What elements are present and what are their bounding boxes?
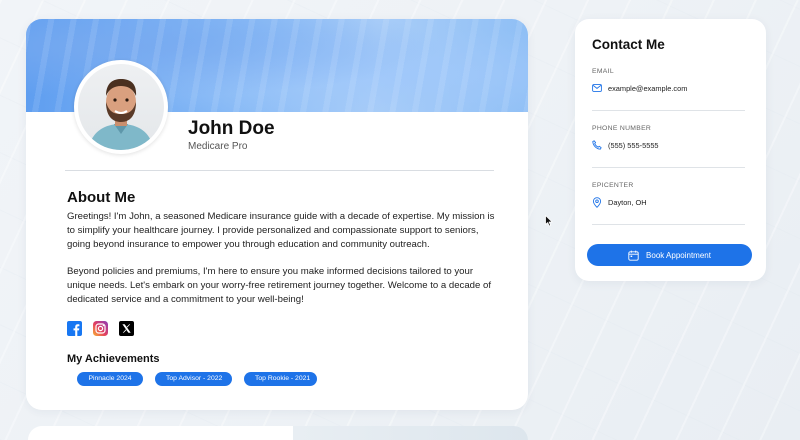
phone-icon xyxy=(592,140,602,150)
calendar-icon xyxy=(628,250,639,261)
profile-role: Medicare Pro xyxy=(188,141,248,152)
contact-divider xyxy=(592,167,745,168)
phone-row[interactable]: (555) 555-5555 xyxy=(592,140,659,150)
location-pin-icon xyxy=(592,197,602,208)
book-appointment-label: Book Appointment xyxy=(646,250,711,260)
social-links xyxy=(67,321,134,336)
achievement-badge: Top Advisor - 2022 xyxy=(155,372,232,386)
email-row[interactable]: example@example.com xyxy=(592,83,687,93)
next-card-peek xyxy=(28,426,528,440)
x-icon[interactable] xyxy=(119,321,134,336)
about-paragraph-1: Greetings! I'm John, a seasoned Medicare… xyxy=(67,211,495,250)
about-title: About Me xyxy=(67,189,136,206)
mouse-cursor-icon xyxy=(545,215,553,227)
email-label: EMAIL xyxy=(592,68,614,75)
about-paragraph-2: Beyond policies and premiums, I'm here t… xyxy=(67,266,492,305)
mail-icon xyxy=(592,84,602,92)
achievement-badge: Pinnacle 2024 xyxy=(77,372,143,386)
avatar xyxy=(74,60,168,154)
contact-title: Contact Me xyxy=(592,37,665,52)
phone-label: PHONE NUMBER xyxy=(592,125,652,132)
person-illustration xyxy=(88,79,154,150)
profile-name: John Doe xyxy=(188,118,275,139)
achievement-badge: Top Rookie - 2021 xyxy=(244,372,317,386)
contact-divider xyxy=(592,224,745,225)
email-value: example@example.com xyxy=(608,83,688,93)
avatar-photo xyxy=(78,64,164,150)
contact-divider xyxy=(592,110,745,111)
facebook-icon[interactable] xyxy=(67,321,82,336)
profile-divider xyxy=(65,170,494,171)
epicenter-value: Dayton, OH xyxy=(608,198,647,207)
contact-card: Contact Me EMAIL example@example.com PHO… xyxy=(575,19,766,281)
phone-value: (555) 555-5555 xyxy=(608,140,659,150)
achievements-list: Pinnacle 2024 Top Advisor - 2022 Top Roo… xyxy=(77,372,317,386)
instagram-icon[interactable] xyxy=(93,321,108,336)
profile-card: John Doe Medicare Pro About Me Greetings… xyxy=(26,19,528,410)
epicenter-row: Dayton, OH xyxy=(592,197,647,208)
epicenter-label: EPICENTER xyxy=(592,182,634,189)
book-appointment-button[interactable]: Book Appointment xyxy=(587,244,752,266)
achievements-title: My Achievements xyxy=(67,353,160,365)
